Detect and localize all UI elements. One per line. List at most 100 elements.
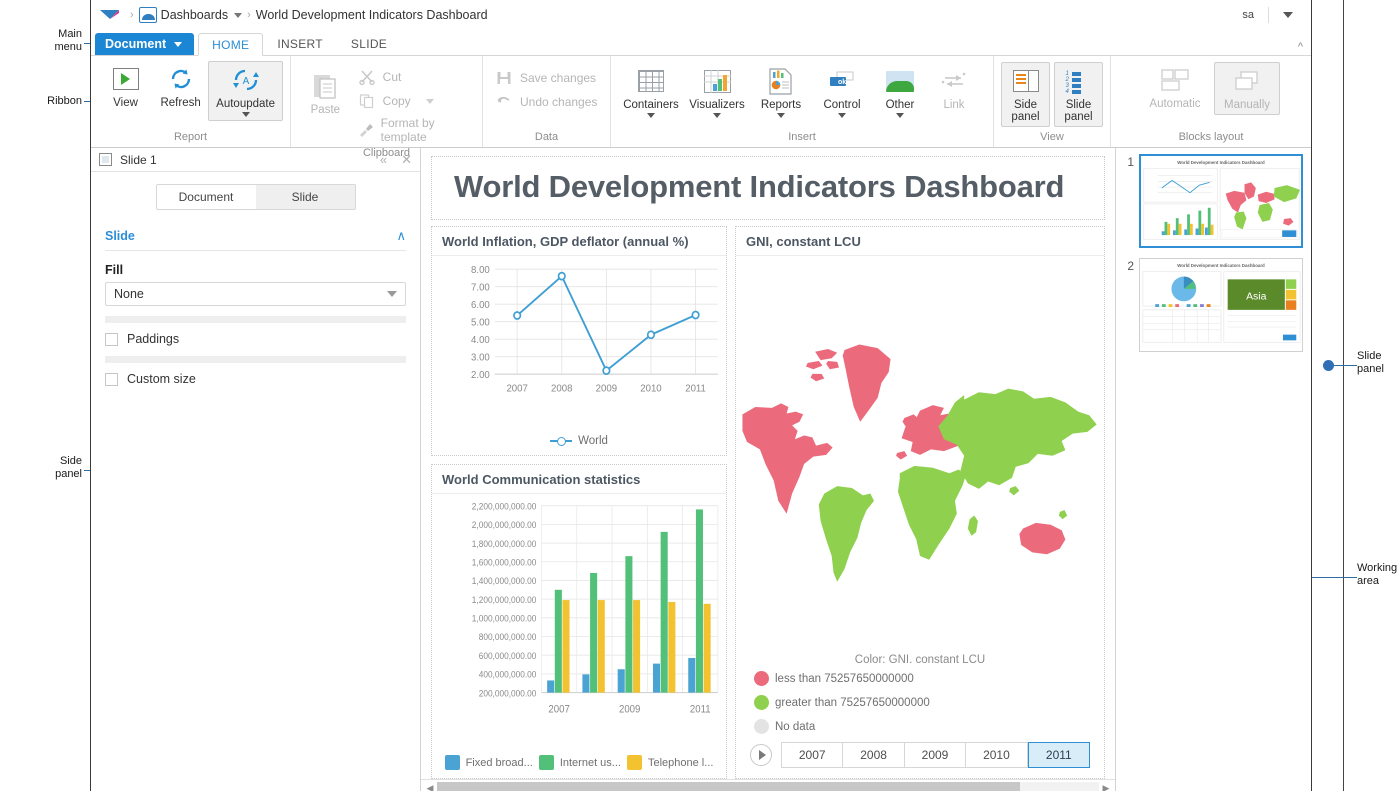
slide-thumbnail-row-1[interactable]: 1 World Development Indicators Dashboard: [1124, 154, 1303, 248]
fill-select[interactable]: None: [105, 282, 406, 306]
chevron-down-icon[interactable]: [838, 113, 846, 118]
link-button[interactable]: Link: [928, 63, 980, 114]
paste-button[interactable]: Paste: [298, 61, 353, 119]
map-panel[interactable]: GNI, constant LCU Color: GNI. constant L…: [735, 226, 1105, 779]
chevron-down-icon[interactable]: [713, 113, 721, 118]
breadcrumb-separator-2: ›: [247, 9, 251, 21]
manually-layout-button[interactable]: Manually: [1214, 62, 1280, 115]
breadcrumb-item-dashboards[interactable]: Dashboards: [161, 8, 228, 22]
map-region-north-america[interactable]: [742, 403, 832, 513]
legend-label-internet-users: Internet us...: [560, 757, 621, 769]
scroll-left-arrow-icon[interactable]: ◀: [423, 783, 437, 791]
play-button[interactable]: [750, 744, 772, 766]
slide-thumbnail-1[interactable]: World Development Indicators Dashboard: [1139, 154, 1303, 248]
year-cell-2010[interactable]: 2010: [966, 742, 1027, 768]
year-cell-2007[interactable]: 2007: [781, 742, 843, 768]
control-button[interactable]: ok Control: [812, 63, 872, 121]
year-cell-2011[interactable]: 2011: [1028, 742, 1090, 768]
chevron-down-icon[interactable]: [777, 113, 785, 118]
legend-item-world[interactable]: World: [550, 435, 608, 447]
slide-panel-icon: 1234: [1066, 66, 1092, 96]
side-panel-title: Slide 1: [120, 153, 157, 167]
legend-item-telephone-lines[interactable]: Telephone l...: [627, 755, 713, 770]
horizontal-scrollbar[interactable]: ◀ ▶: [421, 779, 1115, 791]
slide-section-header[interactable]: Slide ∧: [105, 228, 406, 251]
cut-button[interactable]: Cut: [353, 65, 475, 89]
copy-button-label: Copy: [383, 94, 411, 108]
slide-title-block[interactable]: World Development Indicators Dashboard: [431, 156, 1105, 220]
slide-panel: 1 World Development Indicators Dashboard: [1115, 148, 1311, 791]
breadcrumb-caret-icon[interactable]: [234, 13, 242, 18]
tab-home[interactable]: HOME: [198, 33, 263, 56]
view-button[interactable]: View: [98, 61, 153, 112]
map-region-arctic-islands[interactable]: [806, 349, 839, 381]
tab-slide[interactable]: SLIDE: [337, 32, 401, 55]
user-menu-caret-icon[interactable]: [1283, 12, 1293, 18]
annotation-ribbon: Ribbon: [30, 95, 82, 108]
year-cell-2008[interactable]: 2008: [843, 742, 904, 768]
scroll-right-arrow-icon[interactable]: ▶: [1099, 783, 1113, 791]
map-legend-item-no-data[interactable]: No data: [754, 719, 1086, 734]
map-region-south-america[interactable]: [819, 486, 874, 582]
legend-item-internet-users[interactable]: Internet us...: [539, 755, 621, 770]
map-region-africa[interactable]: [898, 466, 966, 560]
chevron-down-icon[interactable]: [896, 113, 904, 118]
svg-text:800,000,000.00: 800,000,000.00: [479, 632, 537, 643]
autoupdate-button[interactable]: A Autoupdate: [208, 61, 283, 121]
ribbon-group-insert-title: Insert: [611, 131, 993, 147]
save-changes-button[interactable]: Save changes: [490, 66, 601, 90]
document-menu-button[interactable]: Document: [95, 33, 194, 55]
legend-item-fixed-broadband[interactable]: Fixed broad...: [445, 755, 533, 770]
tab-document[interactable]: Document: [157, 185, 256, 209]
refresh-button[interactable]: Refresh: [153, 61, 208, 112]
containers-label: Containers: [623, 99, 679, 111]
custom-size-checkbox-row[interactable]: Custom size: [105, 372, 406, 386]
divider-bar: [105, 356, 406, 363]
map-region-islands[interactable]: [1009, 486, 1067, 519]
slide-panel-toggle[interactable]: 1234 Slide panel: [1054, 62, 1103, 127]
map-region-greenland[interactable]: [843, 344, 891, 421]
slide-thumbnail-row-2[interactable]: 2 World Development Indicators Dashboard: [1124, 258, 1303, 352]
world-map-svg[interactable]: [736, 256, 1104, 650]
svg-text:4.00: 4.00: [471, 335, 490, 346]
chevron-up-icon[interactable]: ∧: [396, 228, 406, 244]
map-region-madagascar[interactable]: [968, 516, 978, 536]
map-legend-item-greater-than[interactable]: greater than 75257650000000: [754, 695, 930, 710]
other-button[interactable]: Other: [872, 63, 928, 121]
ribbon: View Refresh: [91, 56, 1311, 148]
custom-size-checkbox[interactable]: [105, 373, 118, 386]
copy-button[interactable]: Copy: [353, 89, 475, 113]
line-chart-panel[interactable]: World Inflation, GDP deflator (annual %)…: [431, 226, 727, 456]
ribbon-collapse-icon[interactable]: ^: [1298, 41, 1303, 53]
app-logo-icon[interactable]: [99, 8, 121, 22]
line-chart-body: 8.007.006.005.004.003.002.00200720082009…: [432, 256, 726, 431]
chevron-down-icon[interactable]: [242, 112, 250, 117]
map-legend-item-less-than[interactable]: less than 75257650000000: [754, 671, 914, 686]
year-cell-2009[interactable]: 2009: [905, 742, 966, 768]
visualizers-button[interactable]: Visualizers: [684, 63, 750, 121]
undo-changes-button[interactable]: Undo changes: [490, 90, 602, 114]
dashboards-folder-icon[interactable]: [139, 7, 157, 23]
bar-chart-panel[interactable]: World Communication statistics 2,200,000…: [431, 464, 727, 779]
side-panel-toggle[interactable]: Side panel: [1001, 62, 1050, 127]
paddings-checkbox-row[interactable]: Paddings: [105, 332, 406, 346]
containers-button[interactable]: Containers: [618, 63, 684, 121]
format-by-template-button[interactable]: Format by template: [353, 113, 475, 147]
svg-text:5.00: 5.00: [471, 317, 490, 328]
slide-thumbnail-2[interactable]: World Development Indicators Dashboard: [1139, 258, 1303, 352]
swatch-icon: [445, 755, 460, 770]
chevron-down-icon[interactable]: [647, 113, 655, 118]
svg-text:2009: 2009: [619, 704, 641, 716]
paddings-checkbox[interactable]: [105, 333, 118, 346]
tab-slide[interactable]: Slide: [256, 185, 355, 209]
tab-insert[interactable]: INSERT: [263, 32, 337, 55]
bar-chart-svg: 2,200,000,000.002,000,000,000.001,800,00…: [432, 494, 726, 751]
svg-text:1,200,000,000.00: 1,200,000,000.00: [472, 594, 537, 605]
tab-slide-label: SLIDE: [351, 37, 387, 51]
scroll-thumb[interactable]: [437, 782, 1020, 791]
map-region-australia[interactable]: [1019, 523, 1065, 554]
reports-button[interactable]: Reports: [750, 63, 812, 121]
scroll-track[interactable]: [437, 782, 1099, 791]
chevron-down-icon[interactable]: [426, 99, 434, 104]
automatic-layout-button[interactable]: Automatic: [1142, 62, 1208, 113]
